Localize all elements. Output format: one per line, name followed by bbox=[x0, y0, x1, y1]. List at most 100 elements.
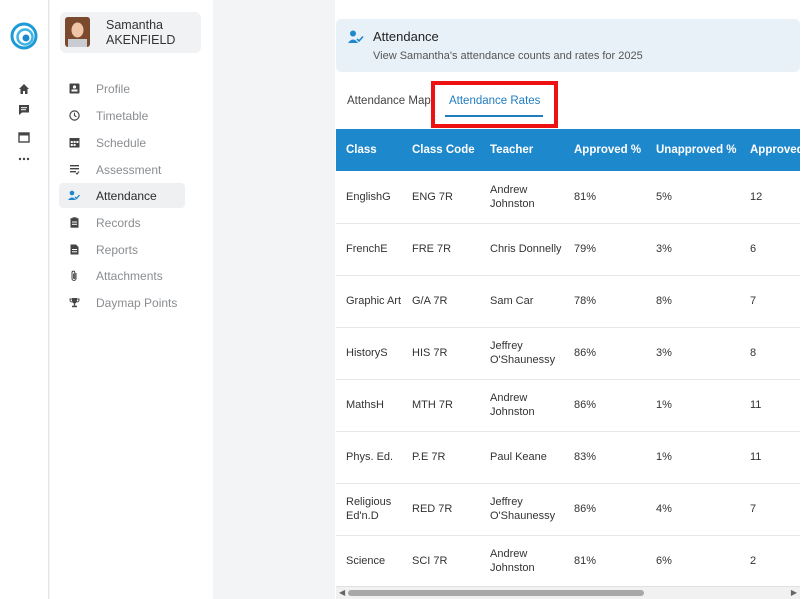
horizontal-scrollbar[interactable]: ◀ ▶ bbox=[336, 586, 800, 599]
student-last-name: AKENFIELD bbox=[106, 33, 176, 47]
cell-approved-pct: 86% bbox=[564, 483, 646, 536]
cell-approved-pct: 81% bbox=[564, 535, 646, 588]
page-subtitle: View Samantha's attendance counts and ra… bbox=[373, 50, 643, 62]
nav-item-records[interactable]: Records bbox=[59, 210, 185, 235]
cell-class-code: MTH 7R bbox=[402, 379, 480, 432]
cell-approved: 8 bbox=[740, 327, 800, 380]
nav-item-label: Daymap Points bbox=[96, 295, 178, 310]
table-row[interactable]: Religious Ed'n.D RED 7R Jeffrey O'Shauness… bbox=[336, 483, 800, 536]
scroll-right-arrow-icon[interactable]: ▶ bbox=[791, 588, 797, 597]
cell-teacher: Sam Car bbox=[480, 275, 564, 328]
cell-class: Phys. Ed. bbox=[336, 431, 402, 484]
column-header-teacher[interactable]: Teacher bbox=[480, 129, 564, 171]
column-header-class-code[interactable]: Class Code bbox=[402, 129, 480, 171]
nav-item-schedule[interactable]: Schedule bbox=[59, 130, 185, 155]
nav-item-label: Timetable bbox=[96, 108, 149, 123]
nav-item-profile[interactable]: Profile bbox=[59, 76, 185, 101]
person-check-icon bbox=[64, 190, 84, 201]
cell-approved: 2 bbox=[740, 535, 800, 588]
person-check-icon bbox=[348, 30, 364, 43]
nav-item-attendance[interactable]: Attendance bbox=[59, 183, 185, 208]
home-icon[interactable] bbox=[14, 80, 34, 98]
trophy-icon bbox=[64, 297, 84, 308]
cell-unapproved-pct: 1% bbox=[646, 379, 740, 432]
nav-item-daymap-points[interactable]: Daymap Points bbox=[59, 290, 185, 315]
cell-class-code: G/A 7R bbox=[402, 275, 480, 328]
cell-teacher: Andrew Johnston bbox=[480, 379, 564, 432]
cell-class: HistoryS bbox=[336, 327, 402, 380]
nav-item-label: Schedule bbox=[96, 135, 147, 150]
column-header-class[interactable]: Class bbox=[336, 129, 402, 171]
table-row[interactable]: HistoryS HIS 7R Jeffrey O'Shaunessy 86% 3% 8 bbox=[336, 327, 800, 380]
cell-approved-pct: 79% bbox=[564, 223, 646, 276]
nav-item-label: Reports bbox=[96, 242, 139, 257]
cell-class-code: HIS 7R bbox=[402, 327, 480, 380]
id-card-icon bbox=[64, 83, 84, 94]
cell-approved-pct: 83% bbox=[564, 431, 646, 484]
clock-icon bbox=[64, 110, 84, 121]
cell-approved: 6 bbox=[740, 223, 800, 276]
document-icon bbox=[64, 244, 84, 255]
nav-item-assessment[interactable]: Assessment bbox=[59, 157, 185, 182]
table-row[interactable]: Graphic Art G/A 7R Sam Car 78% 8% 7 bbox=[336, 275, 800, 328]
calendar-grid-icon bbox=[64, 137, 84, 148]
paperclip-icon bbox=[64, 270, 84, 282]
nav-item-label: Assessment bbox=[96, 162, 162, 177]
tab-attendance-map[interactable]: Attendance Map bbox=[347, 95, 431, 107]
nav-item-label: Attachments bbox=[96, 268, 163, 283]
cell-class: Graphic Art bbox=[336, 275, 402, 328]
cell-class: EnglishG bbox=[336, 171, 402, 224]
student-sidebar: Samantha AKENFIELD Profile Timetable Sch… bbox=[50, 0, 213, 599]
student-profile-card[interactable]: Samantha AKENFIELD bbox=[60, 12, 201, 53]
message-icon[interactable] bbox=[14, 101, 34, 119]
cell-unapproved-pct: 8% bbox=[646, 275, 740, 328]
calendar-icon[interactable] bbox=[14, 128, 34, 146]
cell-approved-pct: 81% bbox=[564, 171, 646, 224]
page-title: Attendance bbox=[373, 29, 439, 44]
cell-teacher: Paul Keane bbox=[480, 431, 564, 484]
cell-class-code: P.E 7R bbox=[402, 431, 480, 484]
clipboard-icon bbox=[64, 217, 84, 228]
cell-approved: 7 bbox=[740, 483, 800, 536]
cell-teacher: Jeffrey O'Shaunessy bbox=[480, 483, 564, 536]
cell-teacher: Chris Donnelly bbox=[480, 223, 564, 276]
table-row[interactable]: FrenchE FRE 7R Chris Donnelly 79% 3% 6 bbox=[336, 223, 800, 276]
table-row[interactable]: EnglishG ENG 7R Andrew Johnston 81% 5% 12 bbox=[336, 171, 800, 224]
nav-item-timetable[interactable]: Timetable bbox=[59, 103, 185, 128]
cell-approved: 7 bbox=[740, 275, 800, 328]
app-rail bbox=[0, 0, 49, 599]
cell-class: FrenchE bbox=[336, 223, 402, 276]
cell-approved: 12 bbox=[740, 171, 800, 224]
student-first-name: Samantha bbox=[106, 18, 163, 32]
cell-class-code: FRE 7R bbox=[402, 223, 480, 276]
cell-teacher: Andrew Johnston bbox=[480, 171, 564, 224]
swirl-logo-icon[interactable] bbox=[10, 22, 38, 50]
student-name: Samantha AKENFIELD bbox=[106, 18, 175, 48]
table-row[interactable]: Science SCI 7R Andrew Johnston 81% 6% 2 bbox=[336, 535, 800, 588]
more-icon[interactable] bbox=[14, 150, 34, 168]
cell-class-code: ENG 7R bbox=[402, 171, 480, 224]
cell-teacher: Jeffrey O'Shaunessy bbox=[480, 327, 564, 380]
column-header-approved[interactable]: Approved bbox=[740, 129, 800, 171]
cell-class-code: RED 7R bbox=[402, 483, 480, 536]
nav-item-reports[interactable]: Reports bbox=[59, 237, 185, 262]
nav-item-label: Attendance bbox=[96, 188, 157, 203]
nav-item-label: Records bbox=[96, 215, 141, 230]
cell-approved-pct: 86% bbox=[564, 379, 646, 432]
cell-unapproved-pct: 3% bbox=[646, 327, 740, 380]
table-row[interactable]: MathsH MTH 7R Andrew Johnston 86% 1% 11 bbox=[336, 379, 800, 432]
nav-item-attachments[interactable]: Attachments bbox=[59, 263, 185, 288]
cell-class: MathsH bbox=[336, 379, 402, 432]
cell-unapproved-pct: 6% bbox=[646, 535, 740, 588]
table-header-row: Class Class Code Teacher Approved % Unap… bbox=[336, 129, 800, 171]
attendance-banner: Attendance View Samantha's attendance co… bbox=[336, 19, 800, 72]
cell-teacher: Andrew Johnston bbox=[480, 535, 564, 588]
cell-class: Science bbox=[336, 535, 402, 588]
cell-unapproved-pct: 1% bbox=[646, 431, 740, 484]
column-header-approved-pct[interactable]: Approved % bbox=[564, 129, 646, 171]
scrollbar-thumb[interactable] bbox=[348, 590, 644, 596]
table-row[interactable]: Phys. Ed. P.E 7R Paul Keane 83% 1% 11 bbox=[336, 431, 800, 484]
column-header-unapproved-pct[interactable]: Unapproved % bbox=[646, 129, 740, 171]
scroll-left-arrow-icon[interactable]: ◀ bbox=[339, 588, 345, 597]
cell-class: Religious Ed'n.D bbox=[336, 483, 402, 536]
